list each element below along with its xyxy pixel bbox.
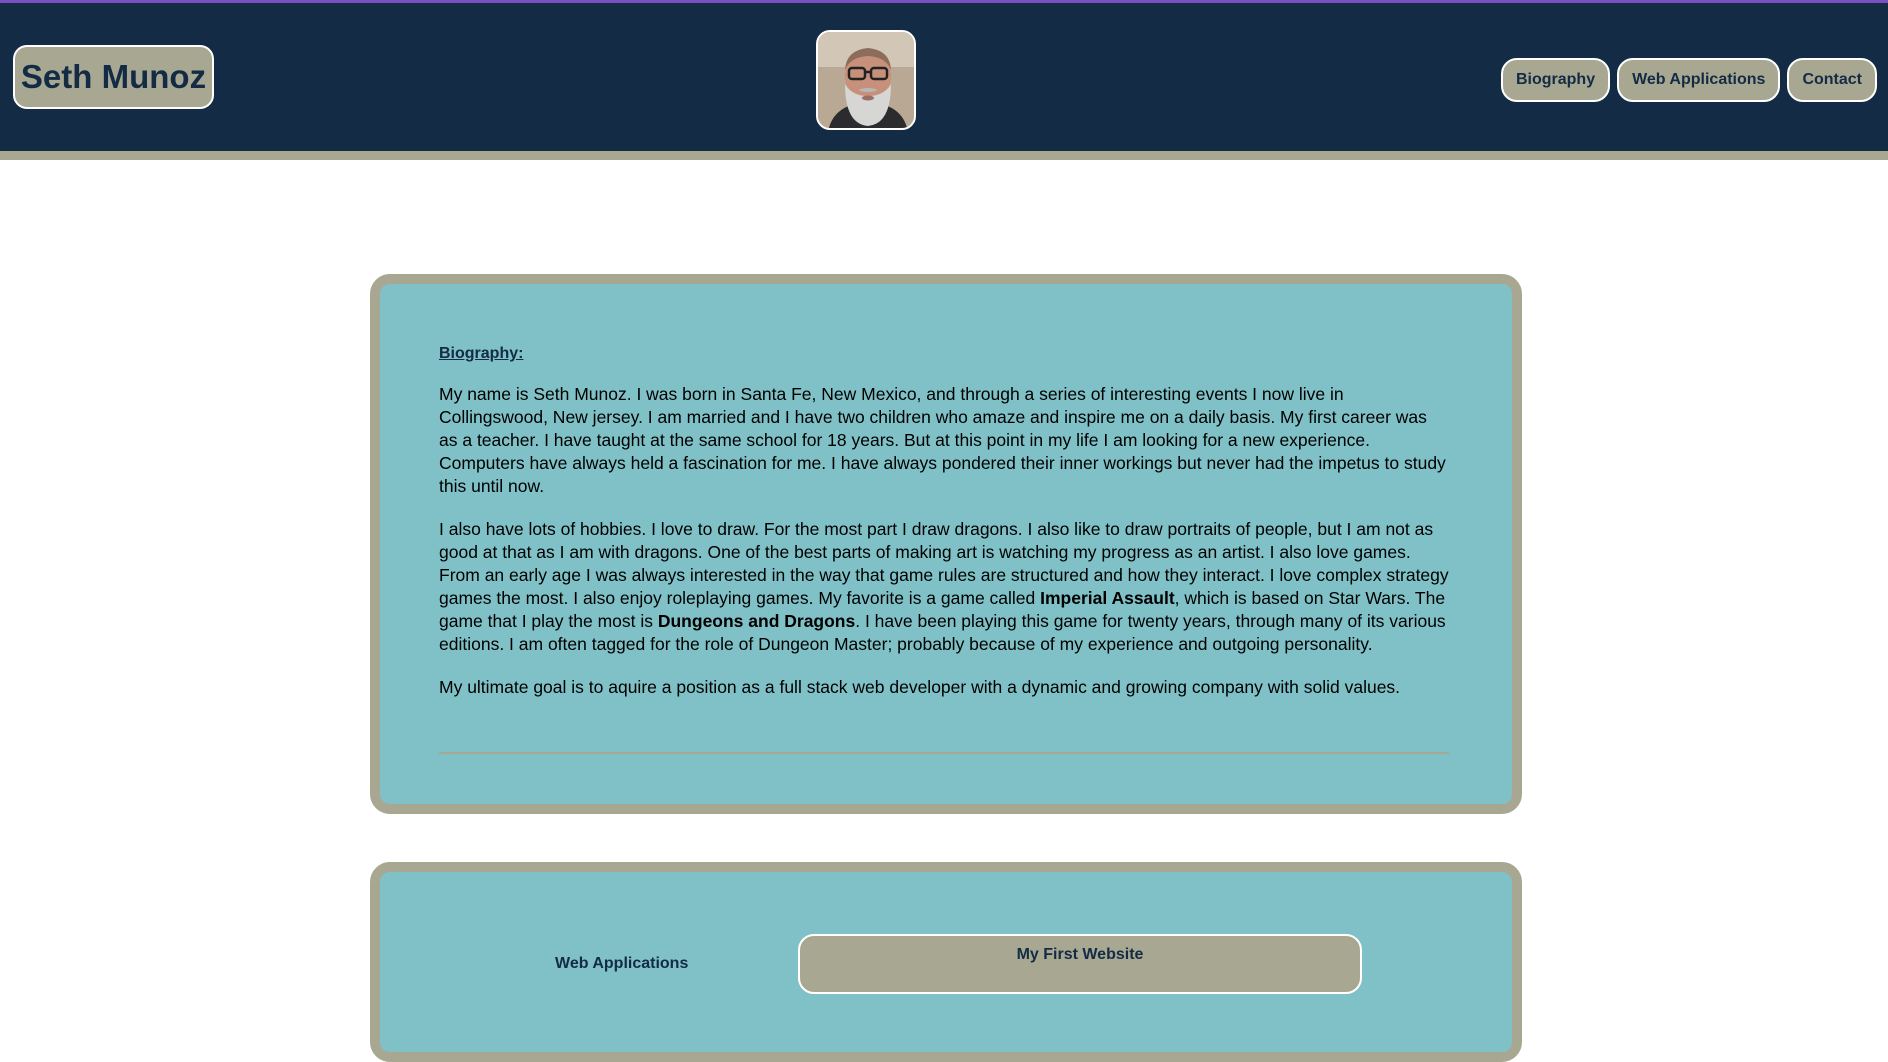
header-divider [0,151,1888,160]
web-applications-card: Web Applications My First Website [370,862,1522,1062]
biography-divider [439,752,1449,754]
game-title-imperial-assault: Imperial Assault [1040,588,1175,608]
biography-card: Biography: My name is Seth Munoz. I was … [370,274,1522,814]
biography-heading: Biography: [439,345,524,362]
web-applications-heading: Web Applications [555,955,689,972]
site-name[interactable]: Seth Munoz [13,45,214,109]
biography-paragraph-1: My name is Seth Munoz. I was born in San… [439,384,1446,496]
biography-paragraph-3: My ultimate goal is to aquire a position… [439,677,1401,697]
biography-paragraph-2: I also have lots of hobbies. I love to d… [439,518,1449,656]
site-header: Seth Munoz Biography Web Applications Co… [0,3,1888,151]
portrait-image [818,32,914,128]
project-title: My First Website [1016,946,1144,963]
profile-photo [816,30,916,130]
nav-biography-button[interactable]: Biography [1500,58,1611,102]
main-nav: Biography Web Applications Contact [1500,58,1877,102]
nav-web-applications-button[interactable]: Web Applications [1617,58,1781,102]
biography-content: Biography: My name is Seth Munoz. I was … [439,342,1449,719]
game-title-dungeons-and-dragons: Dungeons and Dragons [657,611,856,631]
nav-contact-button[interactable]: Contact [1787,58,1877,102]
project-card-my-first-website[interactable]: My First Website [798,934,1362,994]
